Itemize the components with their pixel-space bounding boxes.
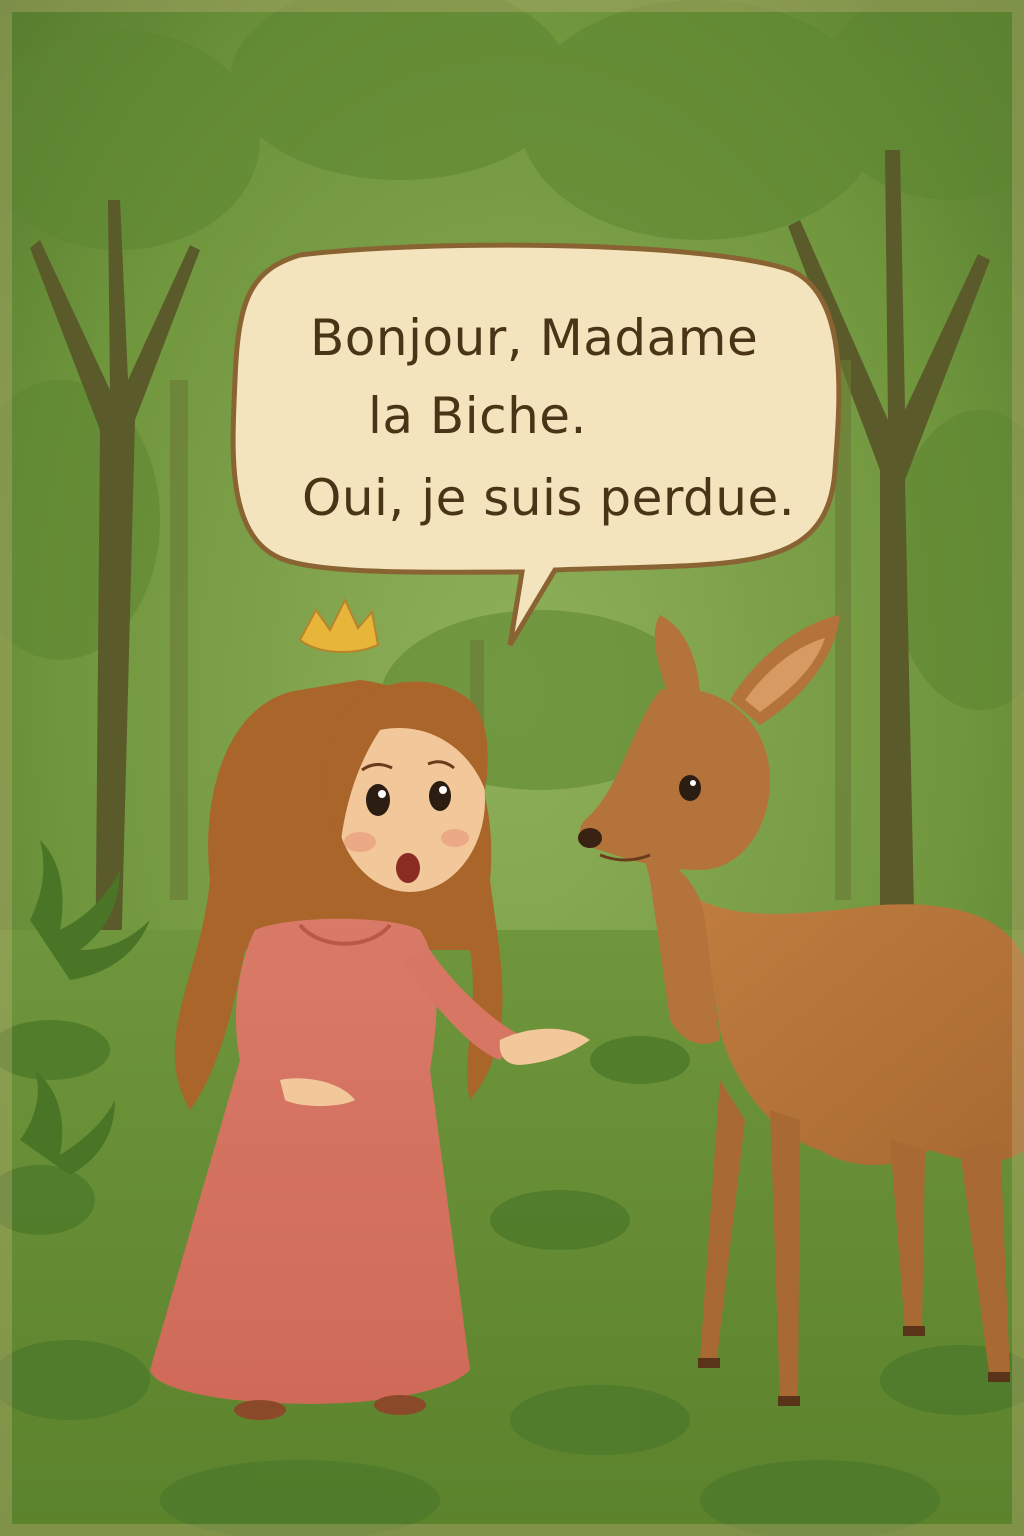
speech-line-1: Bonjour, Madame bbox=[310, 309, 759, 367]
speech-line-3: Oui, je suis perdue. bbox=[302, 469, 796, 527]
forest-illustration bbox=[0, 0, 1024, 1536]
illustration-scene: Bonjour, Madame la Biche. Oui, je suis p… bbox=[0, 0, 1024, 1536]
speech-line-2: la Biche. bbox=[368, 387, 587, 445]
